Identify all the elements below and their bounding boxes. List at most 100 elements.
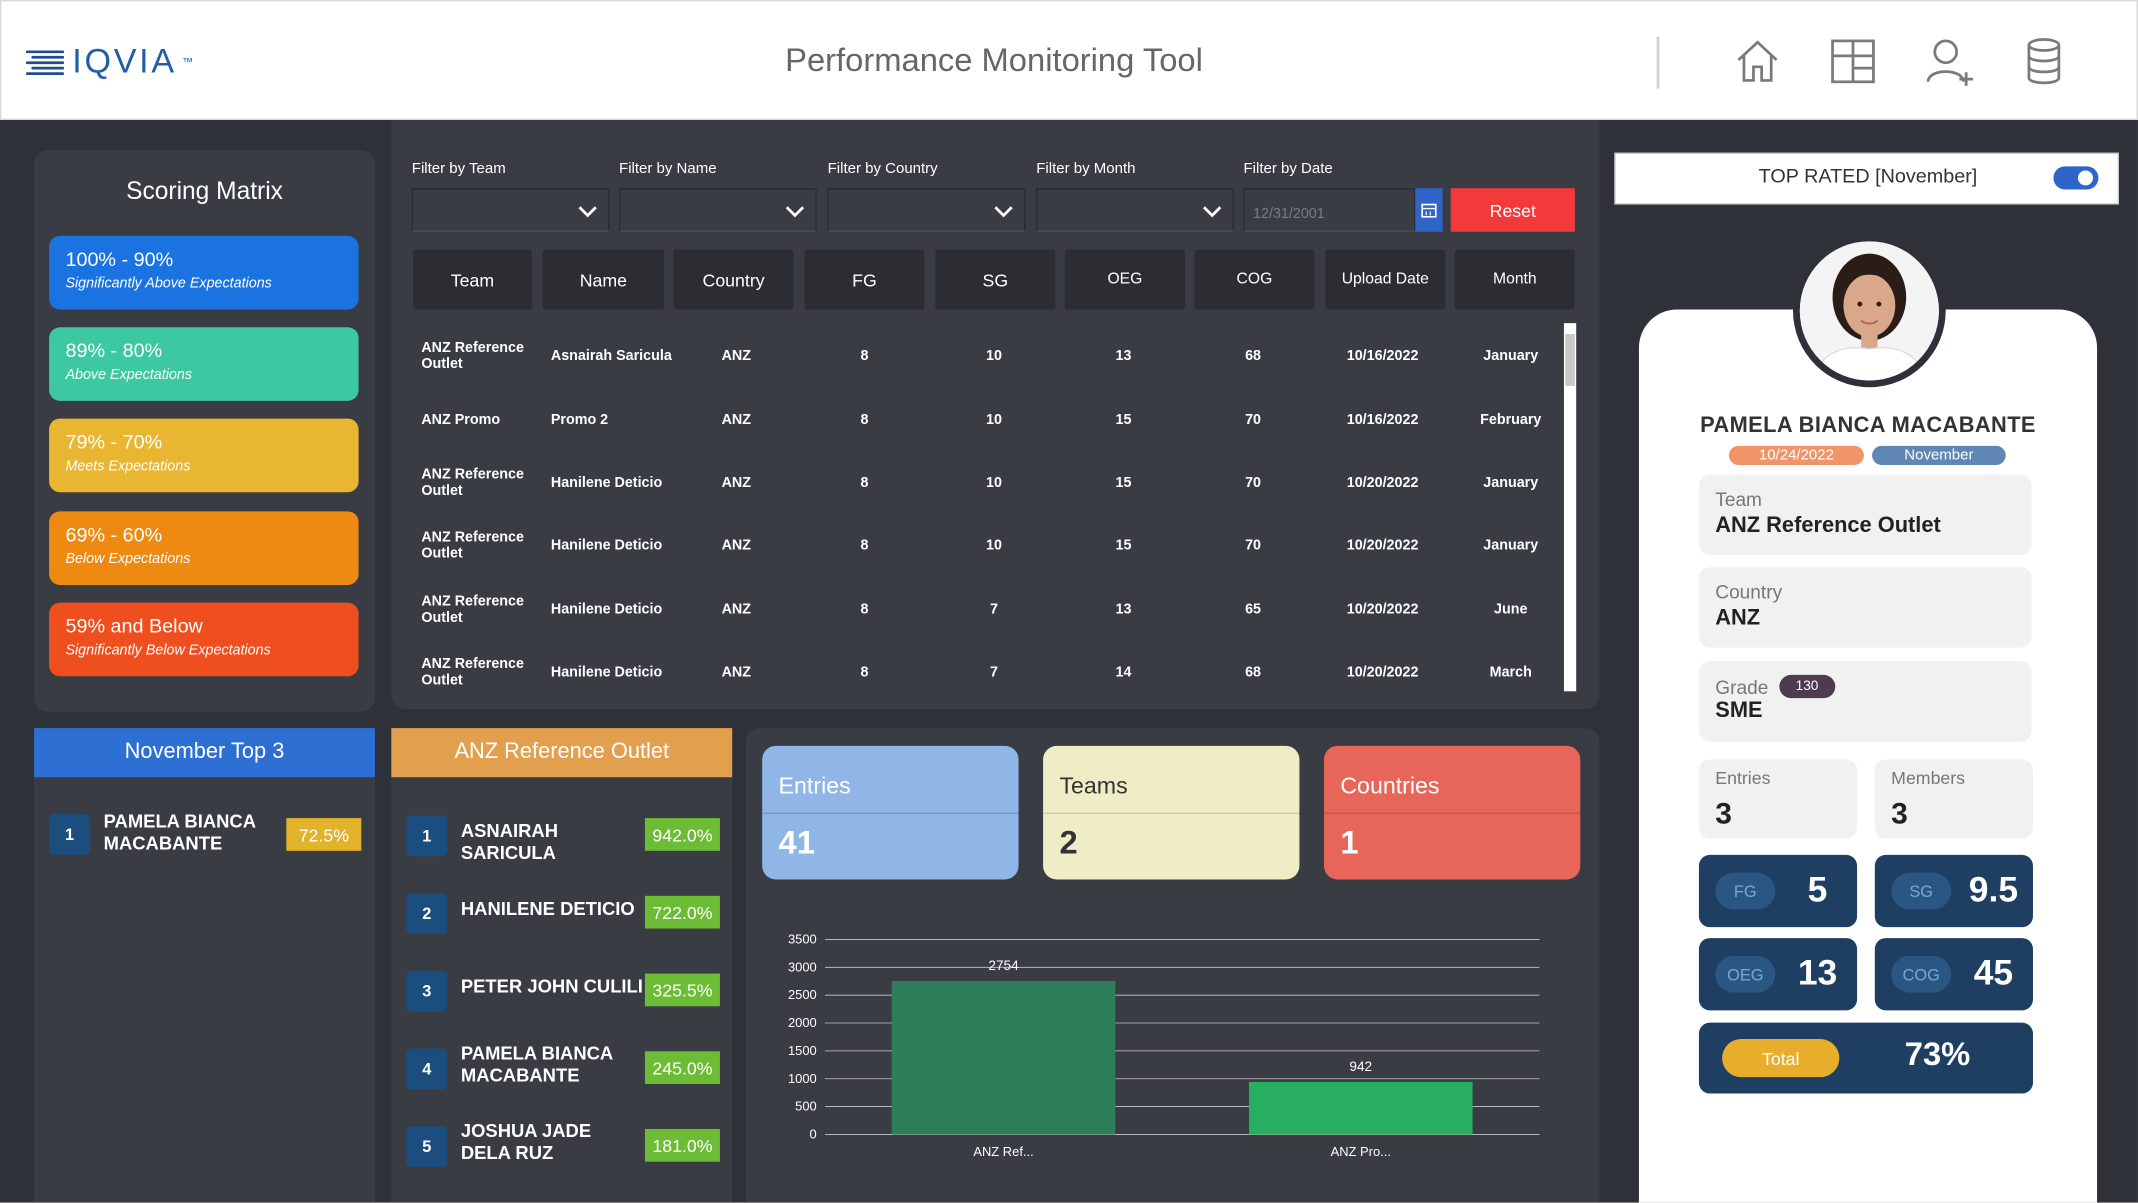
column-header-oeg[interactable]: OEG (1064, 249, 1185, 310)
column-header-team[interactable]: Team (413, 249, 532, 310)
cell-country: ANZ (721, 537, 752, 554)
chevron-down-icon (994, 206, 1013, 218)
cell-fg: 8 (860, 347, 869, 365)
home-icon[interactable] (1730, 34, 1785, 89)
team-ranking-title: ANZ Reference Outlet (391, 728, 733, 778)
ranking-badge: 1 (406, 815, 448, 857)
filter-country-select[interactable] (827, 188, 1026, 232)
cell-team: ANZ Reference Outlet (421, 339, 524, 373)
filter-month-label: Filter by Month (1036, 160, 1136, 178)
top3-title: November Top 3 (34, 728, 375, 778)
table-row[interactable]: ANZ Reference Outlet Hanilene Deticio AN… (413, 578, 1558, 641)
filter-name-select[interactable] (619, 188, 817, 232)
column-header-month[interactable]: Month (1454, 249, 1575, 310)
score-band-desc: Significantly Below Expectations (65, 642, 271, 659)
column-header-country[interactable]: Country (673, 249, 794, 310)
score-band-4: 69% - 60% Below Expectations (49, 511, 359, 585)
cell-country: ANZ (721, 664, 752, 681)
score-band-2: 89% - 80% Above Expectations (49, 327, 359, 401)
filter-date-label: Filter by Date (1243, 160, 1333, 178)
avatar (1793, 234, 1946, 388)
cell-month: June (1494, 601, 1528, 618)
calendar-button[interactable] (1415, 188, 1443, 232)
filter-team-select[interactable] (411, 188, 610, 232)
dashboard: IQVIA ™ Performance Monitoring Tool Scori… (0, 0, 2138, 1203)
filter-country-label: Filter by Country (827, 160, 938, 178)
score-band-range: 69% - 60% (65, 524, 163, 547)
cell-month: January (1483, 474, 1539, 491)
column-header-sg[interactable]: SG (935, 249, 1056, 310)
profile-team-card: Team ANZ Reference Outlet (1698, 474, 2032, 555)
column-header-cog[interactable]: COG (1194, 249, 1315, 310)
cell-sg: 10 (986, 537, 1002, 554)
total-label: Total (1722, 1038, 1840, 1078)
total-card: Total 73% (1698, 1022, 2033, 1094)
column-header-name[interactable]: Name (542, 249, 665, 310)
page-title: Performance Monitoring Tool (785, 42, 1203, 80)
cell-oeg: 15 (1115, 411, 1132, 429)
y-tick-label: 500 (795, 1099, 817, 1114)
profile-grade-card: Grade 130 SME (1698, 661, 2032, 742)
cell-name: Hanilene Deticio (550, 664, 663, 681)
add-user-icon[interactable] (1921, 34, 1976, 89)
top3-percent: 72.5% (286, 818, 362, 851)
column-header-upload-date[interactable]: Upload Date (1325, 249, 1446, 310)
cell-country: ANZ (721, 347, 752, 365)
cell-fg: 8 (860, 601, 869, 618)
scrollbar-thumb[interactable] (1565, 334, 1575, 386)
filter-month-select[interactable] (1036, 188, 1234, 232)
reset-button[interactable]: Reset (1450, 188, 1575, 232)
profile-name: PAMELA BIANCA MACABANTE (1700, 414, 2036, 438)
y-tick-label: 1500 (788, 1043, 817, 1058)
score-band-5: 59% and Below Significantly Below Expect… (49, 602, 359, 677)
top-rated-title: TOP RATED [November] (1758, 166, 1978, 189)
table-row[interactable]: ANZ Reference Outlet Asnairah Saricula A… (413, 325, 1558, 388)
cell-sg: 7 (990, 664, 998, 681)
ranking-percent: 181.0% (644, 1128, 720, 1162)
cell-upload-date: 10/20/2022 (1346, 601, 1419, 618)
y-tick-label: 2500 (788, 987, 817, 1002)
table-scrollbar[interactable] (1563, 323, 1577, 692)
cell-team: ANZ Reference Outlet (421, 655, 524, 689)
cell-upload-date: 10/20/2022 (1346, 537, 1419, 554)
cell-cog: 70 (1245, 537, 1262, 554)
bar-data-label: 942 (1349, 1059, 1372, 1074)
score-band-desc: Below Expectations (65, 550, 191, 568)
filter-date-input[interactable]: 12/31/2001 (1243, 188, 1416, 232)
kpi-entries: Entries 41 (762, 745, 1019, 880)
score-band-range: 89% - 80% (65, 340, 163, 363)
ranking-name: PETER JOHN CULILI (460, 976, 643, 997)
top3-name: PAMELA BIANCA MACABANTE (103, 811, 256, 854)
table-row[interactable]: ANZ Promo Promo 2 ANZ 8 10 15 70 10/16/2… (413, 389, 1558, 452)
entries-label: Entries (1715, 767, 1771, 789)
column-header-fg[interactable]: FG (804, 249, 925, 310)
cell-sg: 10 (986, 411, 1002, 429)
top3-panel (34, 728, 375, 1203)
total-value: 73% (1904, 1036, 1971, 1074)
top-rated-toggle[interactable] (2053, 166, 2099, 190)
logo-tm: ™ (182, 55, 194, 68)
cell-name: Hanilene Deticio (550, 537, 663, 554)
cell-name: Asnairah Saricula (550, 347, 672, 365)
scoring-matrix-title: Scoring Matrix (126, 177, 283, 205)
kpi-label: Countries (1323, 746, 1581, 815)
members-value: 3 (1891, 796, 1908, 831)
kpi-teams: Teams 2 (1043, 745, 1300, 880)
cell-month: February (1480, 411, 1542, 429)
cell-month: January (1483, 347, 1539, 365)
score-label: COG (1891, 955, 1952, 993)
ranking-badge: 5 (406, 1126, 448, 1168)
chevron-down-icon (785, 206, 805, 218)
table-row[interactable]: ANZ Reference Outlet Hanilene Deticio AN… (413, 451, 1558, 514)
toggle-knob (2077, 170, 2093, 186)
score-band-3: 79% - 70% Meets Expectations (49, 418, 359, 493)
score-fg: FG 5 (1698, 854, 1858, 928)
cell-fg: 8 (860, 664, 869, 681)
table-row[interactable]: ANZ Reference Outlet Hanilene Deticio AN… (413, 641, 1558, 704)
score-band-range: 79% - 70% (65, 432, 163, 455)
layout-icon[interactable] (1826, 34, 1881, 89)
score-label: OEG (1715, 955, 1776, 993)
table-row[interactable]: ANZ Reference Outlet Hanilene Deticio AN… (413, 514, 1558, 577)
database-icon[interactable] (2017, 34, 2072, 89)
cell-country: ANZ (721, 474, 752, 491)
